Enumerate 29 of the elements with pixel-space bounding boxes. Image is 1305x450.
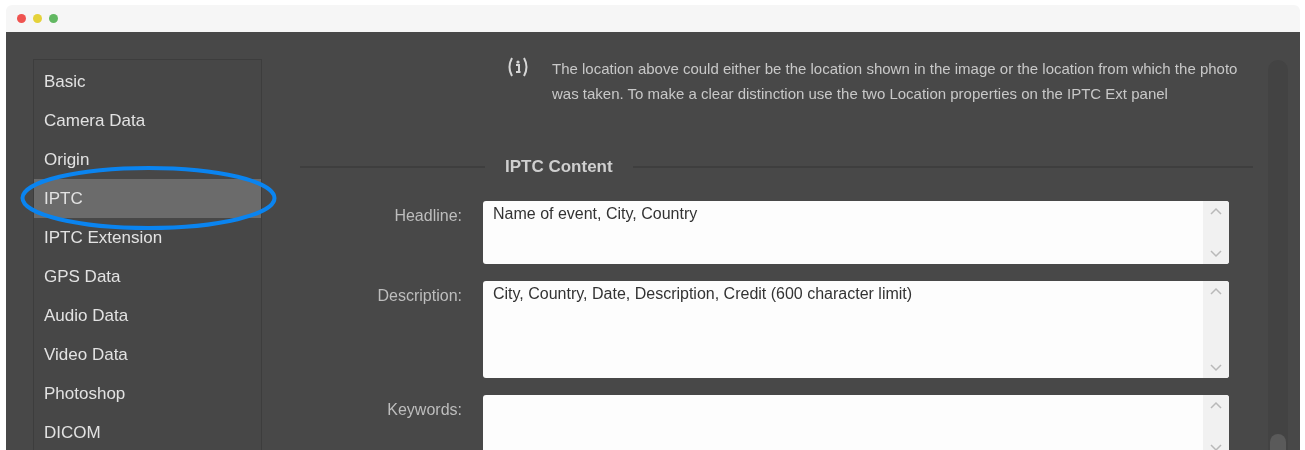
scroll-down-icon[interactable] — [1210, 364, 1222, 372]
info-note: The location above could either be the location shown in the image or the location from which the photo was taken. To make a clear distinction use the two Location properties on the IPTC Ext panel — [552, 59, 1239, 104]
sidebar-item[interactable]: DICOM — [34, 413, 261, 450]
sidebar-item[interactable]: IPTC Extension — [34, 218, 261, 257]
scrollbar[interactable] — [1268, 60, 1288, 450]
scroll-up-icon[interactable] — [1210, 401, 1222, 409]
text-field[interactable] — [483, 395, 1229, 450]
sidebar-item[interactable]: IPTC — [34, 179, 261, 218]
text-field[interactable]: Name of event, City, Country — [483, 201, 1229, 264]
scroll-down-icon[interactable] — [1210, 444, 1222, 450]
sidebar-item[interactable]: Video Data — [34, 335, 261, 374]
close-window-icon[interactable] — [17, 14, 26, 23]
scroll-up-icon[interactable] — [1210, 287, 1222, 295]
minimize-window-icon[interactable] — [33, 14, 42, 23]
sidebar-item[interactable]: Audio Data — [34, 296, 261, 335]
sidebar-item[interactable]: Origin — [34, 140, 261, 179]
section-heading: IPTC Content — [505, 157, 613, 177]
field-label: Keywords: — [386, 400, 462, 419]
maximize-window-icon[interactable] — [49, 14, 58, 23]
sidebar-item[interactable]: Basic — [34, 62, 261, 101]
sidebar-item[interactable]: Camera Data — [34, 101, 261, 140]
scroll-down-icon[interactable] — [1210, 250, 1222, 258]
sidebar-item[interactable]: Photoshop — [34, 374, 261, 413]
field-label: Description: — [376, 286, 462, 305]
scroll-up-icon[interactable] — [1210, 207, 1222, 215]
sidebar-item[interactable]: GPS Data — [34, 257, 261, 296]
info-icon — [506, 56, 530, 78]
text-field[interactable]: City, Country, Date, Description, Credit (600 character limit) — [483, 281, 1229, 378]
field-label: Headline: — [393, 206, 462, 225]
